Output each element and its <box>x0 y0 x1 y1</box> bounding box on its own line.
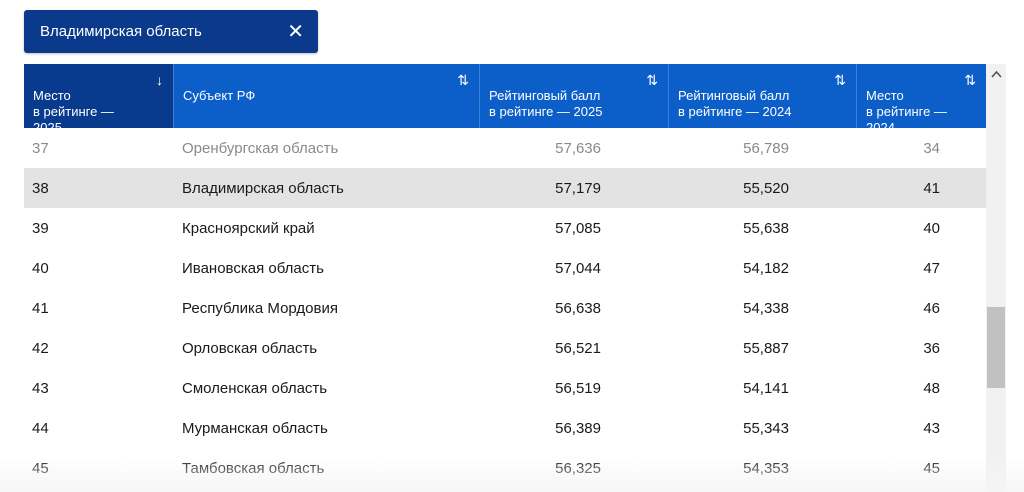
cell-score-2025: 56,638 <box>555 299 601 317</box>
sort-icon[interactable]: ⇅ <box>964 72 976 88</box>
scrollbar-thumb[interactable] <box>987 307 1005 388</box>
scroll-up-arrow-icon[interactable] <box>986 64 1006 84</box>
column-header-score-2024[interactable]: Рейтинговый балл в рейтинге — 2024 ⇅ <box>669 64 857 128</box>
sort-icon[interactable]: ⇅ <box>646 72 658 88</box>
close-icon[interactable]: ✕ <box>287 22 304 42</box>
cell-rank-2024: 45 <box>923 459 940 477</box>
cell-score-2025: 56,325 <box>555 459 601 477</box>
table-row[interactable]: 45 Тамбовская область 56,325 54,353 45 <box>24 448 986 488</box>
table-row-selected[interactable]: 38 Владимирская область 57,179 55,520 41 <box>24 168 986 208</box>
table-body: 37 Оренбургская область 57,636 56,789 34… <box>24 128 986 488</box>
cell-score-2025: 57,179 <box>555 179 601 197</box>
cell-score-2024: 55,638 <box>743 219 789 237</box>
cell-rank-2025: 43 <box>32 379 49 397</box>
cell-rank-2025: 39 <box>32 219 49 237</box>
column-header-score-2025[interactable]: Рейтинговый балл в рейтинге — 2025 ⇅ <box>480 64 669 128</box>
column-header-label: Субъект РФ <box>183 88 256 103</box>
selected-region-label: Владимирская область <box>40 23 202 40</box>
table-row[interactable]: 37 Оренбургская область 57,636 56,789 34 <box>24 128 986 168</box>
cell-region: Ивановская область <box>182 259 324 277</box>
cell-rank-2025: 38 <box>32 179 49 197</box>
cell-rank-2024: 40 <box>923 219 940 237</box>
table-row[interactable]: 40 Ивановская область 57,044 54,182 47 <box>24 248 986 288</box>
sort-icon[interactable]: ⇅ <box>457 72 469 88</box>
cell-score-2024: 55,887 <box>743 339 789 357</box>
cell-rank-2024: 41 <box>923 179 940 197</box>
column-header-label: Рейтинговый балл в рейтинге — 2024 <box>678 88 792 119</box>
cell-region: Республика Мордовия <box>182 299 338 317</box>
table-row[interactable]: 44 Мурманская область 56,389 55,343 43 <box>24 408 986 448</box>
table-row[interactable]: 43 Смоленская область 56,519 54,141 48 <box>24 368 986 408</box>
table-row[interactable]: 42 Орловская область 56,521 55,887 36 <box>24 328 986 368</box>
cell-rank-2024: 43 <box>923 419 940 437</box>
cell-rank-2024: 34 <box>923 139 940 157</box>
cell-score-2025: 56,519 <box>555 379 601 397</box>
table-row[interactable]: 39 Красноярский край 57,085 55,638 40 <box>24 208 986 248</box>
cell-score-2025: 57,636 <box>555 139 601 157</box>
selected-region-chip[interactable]: Владимирская область ✕ <box>24 10 318 53</box>
cell-score-2025: 56,389 <box>555 419 601 437</box>
cell-rank-2025: 40 <box>32 259 49 277</box>
cell-score-2024: 54,338 <box>743 299 789 317</box>
cell-rank-2025: 37 <box>32 139 49 157</box>
cell-region: Оренбургская область <box>182 139 339 157</box>
cell-region: Орловская область <box>182 339 318 357</box>
cell-score-2025: 56,521 <box>555 339 601 357</box>
cell-region: Мурманская область <box>182 419 328 437</box>
cell-region: Тамбовская область <box>182 459 325 477</box>
cell-rank-2025: 41 <box>32 299 49 317</box>
cell-rank-2024: 47 <box>923 259 940 277</box>
column-header-region[interactable]: Субъект РФ ⇅ <box>174 64 480 128</box>
column-header-label: Рейтинговый балл в рейтинге — 2025 <box>489 88 603 119</box>
vertical-scrollbar[interactable] <box>986 64 1006 492</box>
cell-rank-2024: 36 <box>923 339 940 357</box>
table-row[interactable]: 41 Республика Мордовия 56,638 54,338 46 <box>24 288 986 328</box>
sort-desc-icon[interactable]: ↓ <box>156 72 163 88</box>
cell-region: Владимирская область <box>182 179 344 197</box>
cell-score-2024: 56,789 <box>743 139 789 157</box>
cell-rank-2025: 42 <box>32 339 49 357</box>
cell-score-2025: 57,044 <box>555 259 601 277</box>
cell-rank-2024: 46 <box>923 299 940 317</box>
column-header-rank-2025[interactable]: Место в рейтинге — 2025 ↓ <box>24 64 174 135</box>
table-header: Место в рейтинге — 2025 ↓ Субъект РФ ⇅ Р… <box>24 64 986 135</box>
cell-rank-2025: 45 <box>32 459 49 477</box>
cell-rank-2024: 48 <box>923 379 940 397</box>
cell-score-2024: 54,141 <box>743 379 789 397</box>
cell-score-2024: 54,182 <box>743 259 789 277</box>
column-header-rank-2024[interactable]: Место в рейтинге — 2024 ⇅ <box>857 64 986 135</box>
cell-rank-2025: 44 <box>32 419 49 437</box>
cell-region: Смоленская область <box>182 379 328 397</box>
cell-region: Красноярский край <box>182 219 315 237</box>
cell-score-2024: 55,343 <box>743 419 789 437</box>
cell-score-2024: 54,353 <box>743 459 789 477</box>
rating-table: Место в рейтинге — 2025 ↓ Субъект РФ ⇅ Р… <box>24 64 1006 492</box>
cell-score-2024: 55,520 <box>743 179 789 197</box>
sort-icon[interactable]: ⇅ <box>834 72 846 88</box>
cell-score-2025: 57,085 <box>555 219 601 237</box>
